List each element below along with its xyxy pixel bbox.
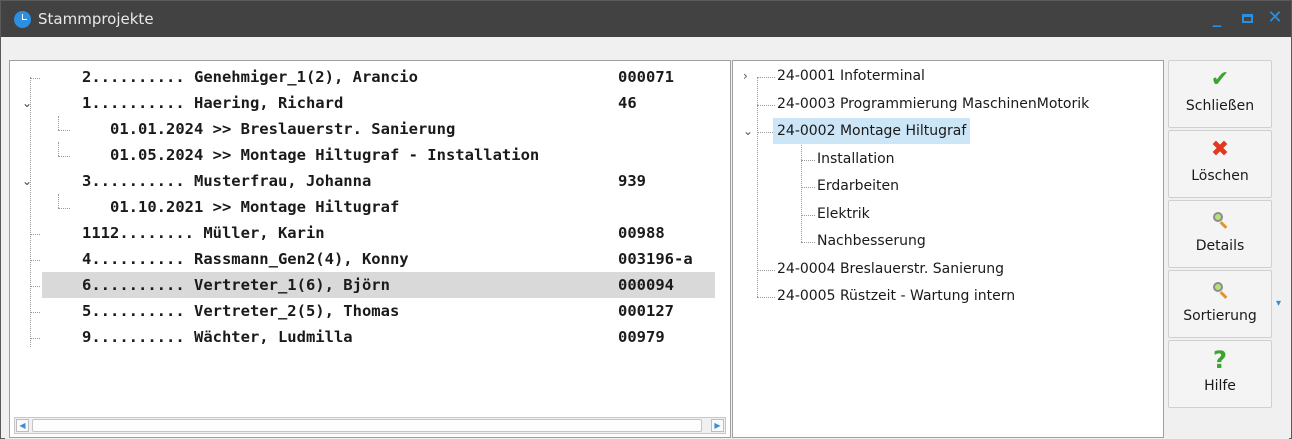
- loeschen-label: Löschen: [1191, 168, 1249, 184]
- magnifier-icon: [1169, 205, 1271, 235]
- chevron-right-icon[interactable]: ›: [743, 63, 748, 89]
- sortierung-label: Sortierung: [1183, 308, 1257, 324]
- scrollbar-thumb[interactable]: [32, 419, 702, 432]
- schliessen-button[interactable]: ✔ Schließen: [1168, 60, 1272, 128]
- row-label: 01.10.2021 >> Montage Hiltugraf: [110, 198, 400, 216]
- main-window: Stammprojekte _ ✕ 2.......... Genehmiger…: [0, 0, 1292, 439]
- tree-connector: [801, 131, 802, 242]
- row-label: 9.......... Wächter, Ludmilla: [82, 328, 353, 346]
- row-number: 46: [618, 94, 637, 112]
- maximize-button[interactable]: [1237, 7, 1257, 29]
- project-item[interactable]: 24-0004 Breslauerstr. Sanierung: [777, 256, 1004, 282]
- row-number: 003196-a: [618, 250, 693, 268]
- schliessen-label: Schließen: [1185, 98, 1255, 114]
- check-icon: ✔: [1210, 67, 1230, 92]
- delete-x-icon: ✖: [1210, 137, 1230, 162]
- tree-connector: [757, 297, 775, 298]
- project-subitem[interactable]: Nachbesserung: [817, 228, 926, 254]
- project-subitem[interactable]: Erdarbeiten: [817, 173, 899, 199]
- row-label: 01.01.2024 >> Breslauerstr. Sanierung: [110, 120, 456, 138]
- magnifier-icon: [1169, 275, 1271, 305]
- assignment-row[interactable]: 01.01.2024 >> Breslauerstr. Sanierung: [10, 116, 730, 142]
- row-number: 939: [618, 172, 646, 190]
- project-subitem[interactable]: Installation: [817, 146, 895, 172]
- row-label: 01.05.2024 >> Montage Hiltugraf - Instal…: [110, 146, 540, 164]
- employee-row[interactable]: 6.......... Vertreter_1(6), Björn 000094: [10, 272, 730, 298]
- loeschen-button[interactable]: ✖ Löschen: [1168, 130, 1272, 198]
- tree-connector: [757, 269, 775, 271]
- help-question-icon: ?: [1213, 346, 1227, 374]
- employee-row[interactable]: ⌄ 3.......... Musterfrau, Johanna 939: [10, 168, 730, 194]
- row-number: 000094: [618, 276, 674, 294]
- project-item[interactable]: 24-0005 Rüstzeit - Wartung intern: [777, 283, 1015, 309]
- row-number: 00988: [618, 224, 665, 242]
- project-tree[interactable]: › 24-0001 Infoterminal 24-0003 Programmier…: [732, 60, 1164, 438]
- row-label: 1112........ Müller, Karin: [82, 224, 325, 242]
- details-label: Details: [1195, 238, 1245, 254]
- tree-connector: [801, 214, 815, 216]
- chevron-down-icon[interactable]: ⌄: [22, 90, 32, 116]
- hilfe-label: Hilfe: [1204, 378, 1236, 394]
- tree-connector: [757, 77, 775, 78]
- tree-connector: [801, 159, 815, 161]
- tree-connector: [757, 104, 775, 106]
- sortierung-dropdown-icon[interactable]: ▾: [1274, 270, 1283, 338]
- clock-icon: [14, 11, 31, 28]
- client-area: 2.......... Genehmiger_1(2), Arancio 0000…: [5, 41, 1289, 439]
- employee-tree[interactable]: 2.......... Genehmiger_1(2), Arancio 0000…: [9, 60, 731, 438]
- tree-connector: [801, 187, 815, 188]
- title-bar[interactable]: Stammprojekte _ ✕: [1, 1, 1291, 37]
- employee-row[interactable]: 4.......... Rassmann_Gen2(4), Konny 00319…: [10, 246, 730, 272]
- sortierung-button[interactable]: Sortierung: [1168, 270, 1272, 338]
- row-number: 00979: [618, 328, 665, 346]
- employee-row[interactable]: 5.......... Vertreter_2(5), Thomas 000127: [10, 298, 730, 324]
- hilfe-button[interactable]: ? Hilfe: [1168, 340, 1272, 408]
- minimize-button[interactable]: _: [1207, 7, 1227, 29]
- assignment-row[interactable]: 01.05.2024 >> Montage Hiltugraf - Instal…: [10, 142, 730, 168]
- row-label: 3.......... Musterfrau, Johanna: [82, 172, 372, 190]
- project-item[interactable]: 24-0003 Programmierung MaschinenMotorik: [777, 91, 1089, 117]
- row-label: 2.......... Genehmiger_1(2), Arancio: [82, 68, 418, 86]
- horizontal-scrollbar[interactable]: ◀ ▶: [14, 417, 726, 434]
- tree-connector: [757, 77, 758, 297]
- scroll-right-icon[interactable]: ▶: [711, 419, 724, 432]
- project-item[interactable]: 24-0002 Montage Hiltugraf: [773, 118, 971, 144]
- window-title: Stammprojekte: [38, 10, 154, 28]
- close-button[interactable]: ✕: [1264, 7, 1286, 29]
- row-label: 5.......... Vertreter_2(5), Thomas: [82, 302, 400, 320]
- row-label: 4.......... Rassmann_Gen2(4), Konny: [82, 250, 409, 268]
- chevron-down-icon[interactable]: ⌄: [22, 168, 32, 194]
- employee-row[interactable]: 9.......... Wächter, Ludmilla 00979: [10, 324, 730, 350]
- assignment-row[interactable]: 01.10.2021 >> Montage Hiltugraf: [10, 194, 730, 220]
- row-number: 000127: [618, 302, 674, 320]
- employee-row[interactable]: ⌄ 1.......... Haering, Richard 46: [10, 90, 730, 116]
- tree-connector: [801, 242, 815, 243]
- details-button[interactable]: Details: [1168, 200, 1272, 268]
- row-label: 1.......... Haering, Richard: [82, 94, 344, 112]
- project-item[interactable]: 24-0001 Infoterminal: [777, 63, 925, 89]
- row-label: 6.......... Vertreter_1(6), Björn: [82, 276, 390, 294]
- scroll-left-icon[interactable]: ◀: [16, 419, 29, 432]
- project-subitem[interactable]: Elektrik: [817, 201, 870, 227]
- action-buttons: ✔ Schließen ✖ Löschen Details Sortierung…: [1168, 60, 1281, 439]
- employee-row[interactable]: 1112........ Müller, Karin 00988: [10, 220, 730, 246]
- row-number: 000071: [618, 68, 674, 86]
- maximize-icon: [1241, 13, 1253, 23]
- employee-row[interactable]: 2.......... Genehmiger_1(2), Arancio 0000…: [10, 64, 730, 90]
- chevron-down-icon[interactable]: ⌄: [743, 118, 753, 144]
